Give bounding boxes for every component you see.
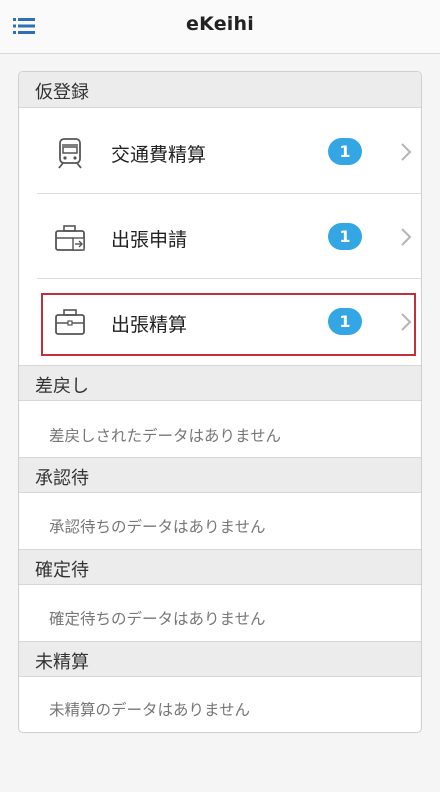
empty-message: 差戻しされたデータはありません	[49, 427, 282, 445]
chevron-right-icon	[401, 228, 412, 246]
section-header-provisional: 仮登録	[19, 72, 421, 108]
count-badge: 1	[328, 138, 362, 165]
empty-message: 確定待ちのデータはありません	[49, 610, 266, 628]
list-item-label: 出張申請	[111, 229, 188, 251]
section-title: 承認待	[35, 468, 89, 489]
section-title: 仮登録	[35, 82, 89, 103]
chevron-right-icon	[401, 143, 412, 161]
section-header-unsettled: 未精算	[19, 641, 421, 677]
section-title: 未精算	[35, 652, 89, 673]
train-icon	[58, 138, 82, 169]
section-header-pending-confirm: 確定待	[19, 549, 421, 585]
section-title: 確定待	[35, 560, 89, 581]
list-item-trip-settlement[interactable]: 出張精算 1	[37, 279, 421, 364]
section-header-pending-approval: 承認待	[19, 457, 421, 493]
section-header-returned: 差戻し	[19, 365, 421, 401]
empty-message: 未精算のデータはありません	[49, 701, 251, 719]
list-item-label: 交通費精算	[111, 144, 207, 166]
count-badge: 1	[328, 223, 362, 250]
briefcase-arrow-icon	[55, 225, 85, 251]
list-item-label: 出張精算	[111, 314, 188, 336]
empty-message: 承認待ちのデータはありません	[49, 518, 266, 536]
status-card: 仮登録 交通費精算 1 出張申請 1 出張精算 1 差戻し 差戻しされたデータは…	[18, 71, 422, 733]
briefcase-icon	[55, 309, 85, 335]
count-badge: 1	[328, 308, 362, 335]
list-item-transport-expense[interactable]: 交通費精算 1	[37, 109, 421, 194]
list-item-trip-request[interactable]: 出張申請 1	[37, 194, 421, 279]
app-title: eKeihi	[186, 13, 254, 35]
section-title: 差戻し	[35, 376, 89, 397]
chevron-right-icon	[401, 313, 412, 331]
app-header: eKeihi	[0, 0, 440, 54]
